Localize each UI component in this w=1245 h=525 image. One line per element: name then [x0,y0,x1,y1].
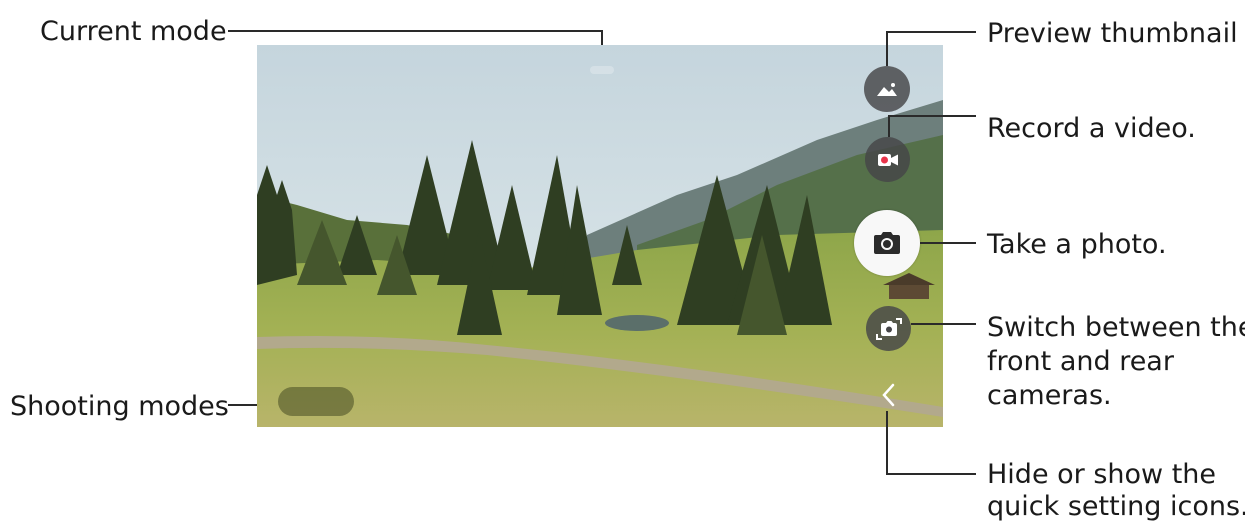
callout-line-record-v [888,115,890,137]
callout-line-take-photo [920,242,976,244]
callout-preview-thumbnail: Preview thumbnail [987,18,1238,49]
current-mode-indicator[interactable] [590,66,614,74]
camera-viewfinder[interactable] [257,45,943,427]
callout-line-switch-cameras [911,323,976,325]
callout-record-video: Record a video. [987,113,1196,144]
callout-switch-cameras-3: cameras. [987,380,1112,411]
record-video-button[interactable] [865,137,910,182]
quick-settings-toggle[interactable] [877,383,899,411]
callout-line-current-mode-h [228,30,603,32]
switch-camera-button[interactable] [866,306,911,351]
callout-line-preview-h [887,31,976,33]
camera-icon [872,231,902,255]
chevron-left-icon [881,383,895,411]
preview-thumbnail-button[interactable] [864,66,910,112]
callout-line-preview-v [886,31,888,66]
video-camera-icon [877,153,899,167]
callout-line-record-h [889,115,976,117]
callout-line-quick-settings-v [886,411,888,475]
callout-quick-settings-1: Hide or show the [987,459,1217,490]
callout-switch-cameras-1: Switch between the [987,312,1245,343]
callout-current-mode: Current mode [40,16,227,47]
callout-shooting-modes: Shooting modes [10,391,229,422]
landscape-preview-image [257,45,943,427]
take-photo-button[interactable] [854,210,920,276]
shooting-modes-button[interactable] [278,387,354,416]
callout-switch-cameras-2: front and rear [987,346,1174,377]
callout-take-photo: Take a photo. [987,229,1167,260]
callout-line-quick-settings-h [886,473,976,475]
preview-thumbnail-icon [876,81,898,97]
callout-quick-settings-2: quick setting icons. [987,491,1245,522]
switch-camera-icon [875,317,902,340]
